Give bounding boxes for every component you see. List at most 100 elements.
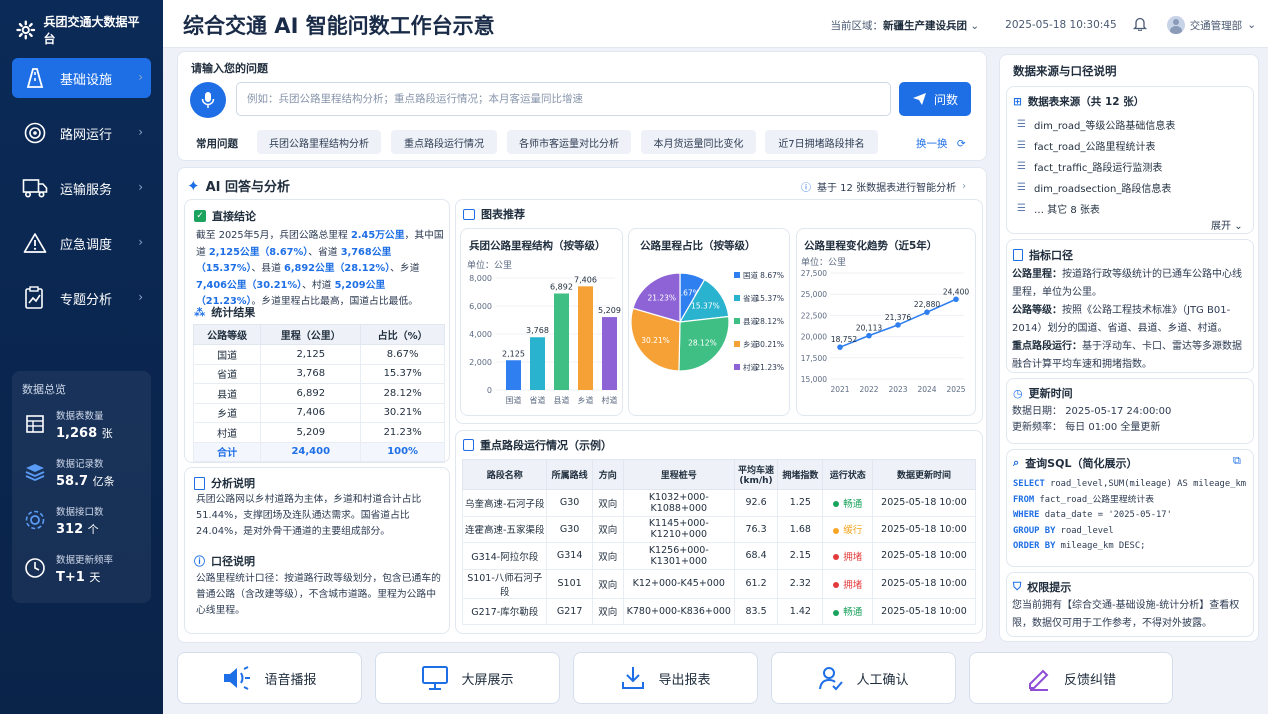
line-point [837,344,843,350]
question-input[interactable]: 例如：兵团公路里程结构分析；重点路段运行情况；本月客运量同比增速 [236,82,891,116]
bar [506,360,521,390]
button-label: 导出报表 [658,672,711,688]
database-icon: ☰ [1017,119,1026,130]
voice-broadcast-button[interactable]: 语音播报 [177,652,362,704]
sidebar-item-network[interactable]: 路网运行 › [12,113,151,153]
data-source-item[interactable]: ☰ … 其它 8 张表 [1017,198,1249,219]
clock-icon: ◷ [1013,386,1023,400]
brand: 兵团交通大数据平台 [0,0,163,46]
table-cell: 2025-05-18 10:00 [871,568,977,599]
analysis-icon [22,285,48,311]
analysis-basis[interactable]: ⓘ 基于 12 张数据表进行智能分析 › [801,179,966,194]
sidebar-item-transport[interactable]: 运输服务 › [12,168,151,208]
conclusion-fragment: 截至 2025年5月，兵团公路总里程 [196,230,351,241]
table-cell: G30 [546,515,593,543]
cluster-icon: ⁂ [194,305,206,319]
common-question-chip[interactable]: 兵团公路里程结构分析 [257,130,381,154]
table-cell: 国道 [192,344,262,365]
database-icon: ☰ [1017,182,1026,193]
analysis-title: 分析说明 [211,477,255,490]
document-icon [1013,249,1023,261]
conclusion-title: 直接结论 [212,210,256,223]
road-status-header: 重点路段运行情况（示例） [463,437,612,453]
common-question-chip[interactable]: 各师市客运量对比分析 [507,130,631,154]
line-chart-title: 公路里程变化趋势（近5年） [804,240,938,252]
sidebar-item-infrastructure[interactable]: 基础设施 › [12,58,151,98]
data-source-item[interactable]: ☰ dim_road_等级公路基础信息表 [1017,114,1249,135]
x-tick-label: 国道 [506,395,522,405]
monitor-icon [422,666,449,690]
copy-icon[interactable]: ⧉ [1233,454,1241,468]
permission-title: 权限提示 [1027,581,1072,594]
update-frequency-label: 更新频率： [1012,422,1062,433]
pie-slice-label: 21.23% [647,294,676,303]
stat-label: 数据记录数 [56,458,104,470]
shield-icon: ⛉ [1013,580,1022,593]
x-tick-label: 乡道 [578,395,594,405]
sidebar: 兵团交通大数据平台 基础设施 › 路网运行 › 运输服务 › 应急调度 › 专题… [0,0,163,714]
y-tick-label: 2,000 [469,358,492,367]
table-cell: G314 [546,542,593,570]
status-text: 拥堵 [843,551,863,563]
stats-title: 统计结果 [211,306,256,319]
x-tick-label: 2021 [830,385,849,394]
database-icon: ☰ [1017,140,1026,151]
highlight-value: 6,892公里（28.12%） [284,263,391,274]
ask-button[interactable]: 问数 [899,82,971,116]
refresh-questions-button[interactable]: 换一换 ⟳ [916,136,966,151]
line-point [866,332,872,339]
status-dot [833,582,840,588]
table-cell: 83.5 [733,597,779,625]
region-selector[interactable]: 当前区域：新疆生产建设兵团 ⌄ [831,18,980,33]
conclusion-fragment: 、村道 [302,279,335,291]
table-row: G217-库尔勒段 G217 双向 K780+000-K836+000 83.5 1.42… [461,597,977,625]
manual-confirm-button[interactable]: 人工确认 [771,652,956,704]
common-question-chip[interactable]: 重点路段运行情况 [391,130,497,154]
data-source-item[interactable]: ☰ dim_roadsection_路段信息表 [1017,177,1249,198]
table-cell: 双向 [591,489,624,517]
caliber-title: 口径说明 [211,555,255,568]
sidebar-item-analysis[interactable]: 专题分析 › [12,278,151,318]
sidebar-item-label: 路网运行 [60,127,113,143]
data-source-name: fact_traffic_路段运行监测表 [1033,163,1163,174]
chevron-down-icon: ⌄ [1234,221,1243,232]
speaker-icon [224,666,251,690]
microphone-button[interactable] [190,82,226,118]
sidebar-item-label: 基础设施 [60,72,113,88]
y-tick-label: 6,000 [469,302,492,311]
column-header: 公路等级 [192,324,262,345]
table-cell: 省道 [192,363,262,384]
user-name: 交通管理部 [1189,19,1243,32]
data-source-item[interactable]: ☰ fact_traffic_路段运行监测表 [1017,156,1249,177]
feedback-button[interactable]: 反馈纠错 [969,652,1173,704]
header-right: 当前区域：新疆生产建设兵团 ⌄ 2025-05-18 10:30:45 交通管理… [831,16,1256,34]
table-cell: 76.3 [733,515,779,543]
bar [530,337,545,390]
export-report-button[interactable]: 导出报表 [573,652,758,704]
status-dot [833,609,840,616]
point-value-label: 18,752 [831,335,857,344]
x-tick-label: 省道 [530,395,546,405]
data-source-item[interactable]: ☰ fact_road_公路里程统计表 [1017,135,1249,156]
analysis-basis-text: 基于 12 张数据表进行智能分析 [817,183,957,194]
sql-header: ⌕ 查询SQL（简化展示） [1013,455,1137,471]
table-row: 国道 2,125 8.67% [192,344,445,365]
chevron-right-icon: › [138,290,143,304]
bar [554,293,569,390]
bell-icon[interactable] [1132,16,1147,34]
user-menu[interactable]: 交通管理部 ⌄ [1166,16,1256,34]
update-frequency: 每日 01:00 全量更新 [1065,422,1161,433]
common-question-chip[interactable]: 近7日拥堵路段排名 [765,130,878,154]
sidebar-item-label: 应急调度 [60,237,113,253]
y-tick-label: 27,500 [801,269,827,278]
common-question-chip[interactable]: 本月货运量同比变化 [641,130,756,154]
refresh-icon: ⟳ [956,138,966,150]
table-cell: 8.67% [360,344,445,365]
x-tick-label: 2024 [917,385,936,394]
sidebar-item-emergency[interactable]: 应急调度 › [12,223,151,263]
stats-header: ⁂ 统计结果 [194,304,255,320]
expand-button[interactable]: 展开 ⌄ [1211,217,1243,232]
table-icon [22,414,48,434]
big-screen-button[interactable]: 大屏展示 [375,652,560,704]
table-cell: G217 [546,597,593,625]
